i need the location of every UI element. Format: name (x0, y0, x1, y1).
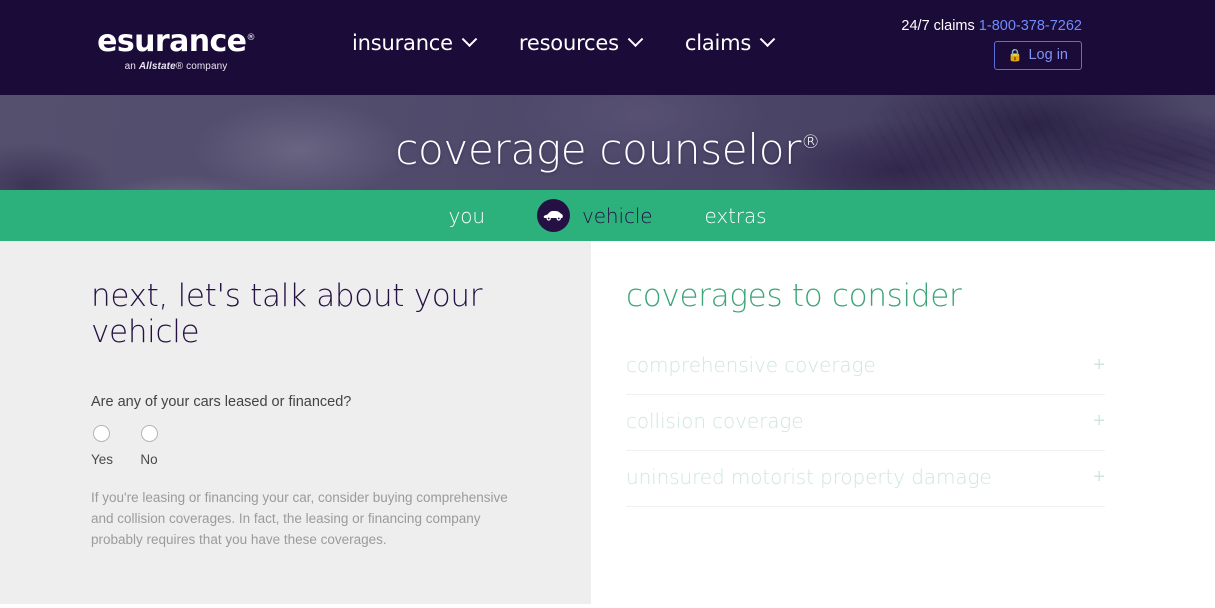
hero-banner: coverage counselor® (0, 95, 1215, 190)
logo-tagline-brand: Allstate (138, 61, 176, 72)
page-title: coverage counselor® (0, 95, 1215, 190)
step-tab-you[interactable]: you (448, 203, 486, 228)
coverage-item-comprehensive-label: comprehensive coverage (626, 353, 876, 377)
nav-item-resources[interactable]: resources (518, 30, 644, 55)
radio-option-yes[interactable]: Yes (91, 425, 114, 467)
coverages-panel-title: coverages to consider (626, 278, 962, 314)
logo-wordmark-text: esurance (97, 24, 247, 59)
radio-option-no[interactable]: No (139, 425, 159, 467)
nav-item-insurance[interactable]: insurance (352, 30, 478, 55)
expand-plus-icon[interactable]: + (1093, 355, 1105, 375)
registered-trademark-icon: ® (801, 131, 820, 153)
question-panel: next, let's talk about your vehicle Are … (0, 241, 591, 604)
login-button[interactable]: 🔒 Log in (993, 41, 1082, 70)
main-content: next, let's talk about your vehicle Are … (0, 241, 1215, 604)
nav-item-claims-label: claims (684, 31, 752, 55)
expand-plus-icon[interactable]: + (1093, 467, 1105, 487)
logo-registered-mark: ® (246, 33, 255, 43)
step-tab-you-label: you (448, 203, 486, 228)
question-label: Are any of your cars leased or financed? (91, 394, 352, 410)
coverages-panel: coverages to consider comprehensive cove… (591, 241, 1215, 604)
claims-phone-link[interactable]: 1-800-378-7262 (979, 18, 1082, 34)
helper-text: If you're leasing or financing your car,… (91, 490, 508, 547)
page-title-text: coverage counselor (395, 125, 802, 174)
car-icon (536, 199, 570, 232)
login-button-label: Log in (1028, 47, 1068, 63)
lock-icon: 🔒 (1007, 48, 1023, 62)
step-tab-vehicle[interactable]: vehicle (536, 199, 653, 232)
site-header: esurance® an Allstate® company insurance… (0, 0, 1215, 95)
question-panel-title: next, let's talk about your vehicle (91, 278, 483, 350)
chevron-down-icon (627, 30, 644, 47)
chevron-down-icon (759, 30, 776, 47)
logo-tagline: an Allstate® company (96, 61, 256, 72)
claims-label: 24/7 claims (901, 18, 975, 34)
coverage-item-uninsured-motorist-property-damage-label: uninsured motorist property damage (626, 465, 992, 489)
esurance-logo[interactable]: esurance® an Allstate® company (96, 27, 256, 73)
coverage-item-collision-label: collision coverage (626, 409, 804, 433)
lease-finance-radio-group: Yes No (91, 425, 591, 467)
coverage-item-comprehensive[interactable]: comprehensive coverage + (626, 339, 1105, 395)
coverage-item-uninsured-motorist-property-damage[interactable]: uninsured motorist property damage + (626, 451, 1105, 507)
radio-option-yes-label: Yes (91, 452, 114, 467)
chevron-down-icon (461, 30, 478, 47)
nav-item-resources-label: resources (518, 31, 619, 55)
radio-option-no-label: No (140, 452, 158, 467)
nav-item-insurance-label: insurance (352, 31, 453, 55)
claims-contact: 24/7 claims 1-800-378-7262 (901, 18, 1082, 34)
step-tab-vehicle-label: vehicle (581, 203, 653, 228)
expand-plus-icon[interactable]: + (1093, 411, 1105, 431)
logo-tagline-suffix: company (183, 61, 228, 72)
header-utility-area: 24/7 claims 1-800-378-7262 🔒 Log in (901, 18, 1082, 70)
nav-item-claims[interactable]: claims (684, 30, 776, 55)
coverages-list: comprehensive coverage + collision cover… (626, 339, 1105, 507)
primary-navigation: insurance resources claims (352, 30, 776, 55)
coverage-item-collision[interactable]: collision coverage + (626, 395, 1105, 451)
step-navigation: you vehicle extras (0, 190, 1215, 241)
radio-circle-no[interactable] (140, 425, 158, 442)
step-tab-extras-label: extras (704, 203, 767, 228)
radio-circle-yes[interactable] (92, 425, 110, 442)
step-tab-extras[interactable]: extras (705, 204, 767, 228)
logo-wordmark: esurance® (97, 27, 255, 57)
logo-tagline-prefix: an (124, 61, 139, 72)
